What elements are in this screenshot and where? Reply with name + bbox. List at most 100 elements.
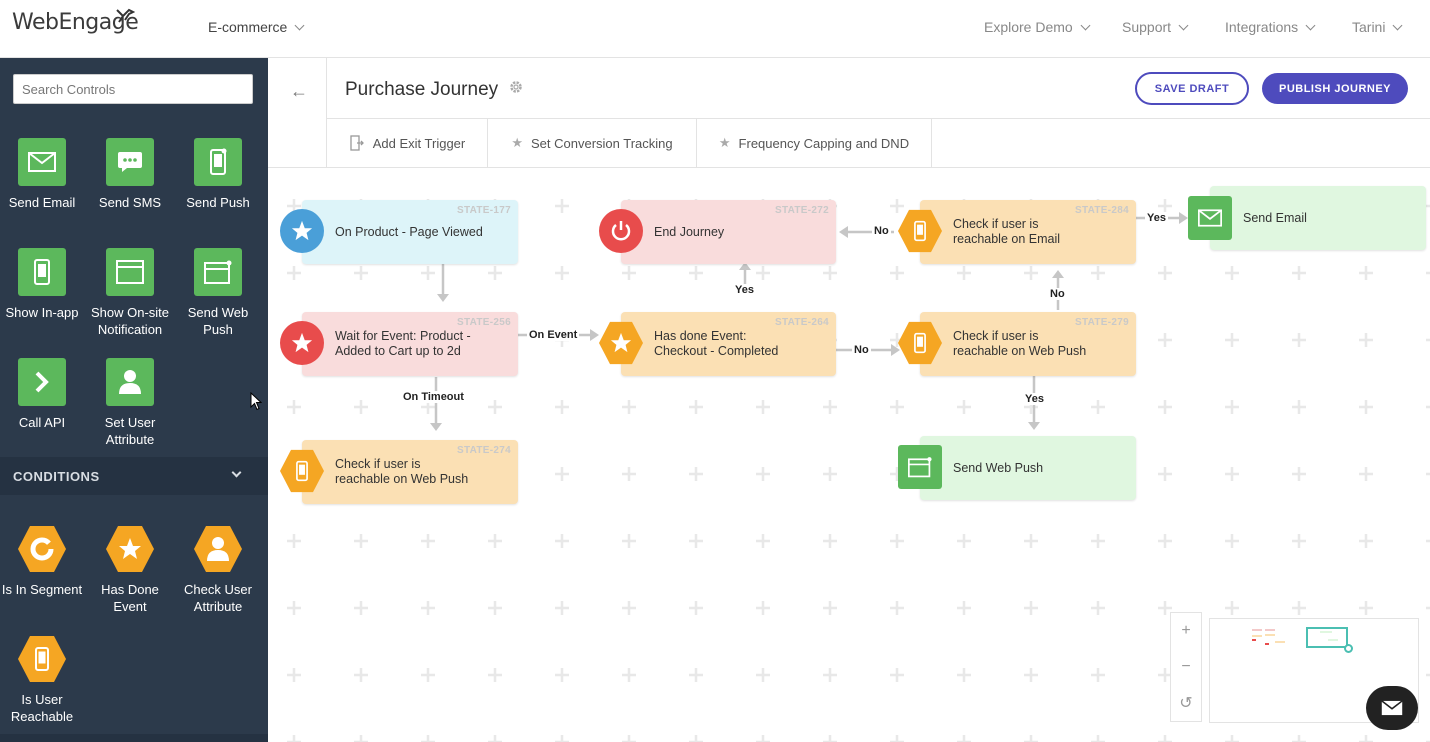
conditions-section-header[interactable]: CONDITIONS — [0, 457, 268, 495]
state-id: STATE-279 — [1074, 317, 1129, 328]
journey-node-send-web-push[interactable]: Send Web Push — [920, 436, 1136, 500]
journey-node-check-reachable-web-push[interactable]: STATE-279 Check if user is reachable on … — [920, 312, 1136, 376]
segment-ring-icon — [18, 525, 66, 573]
chevron-down-icon — [1305, 20, 1316, 31]
edge-label-yes: Yes — [1145, 212, 1168, 224]
sms-bubble-icon — [106, 138, 154, 186]
state-id: STATE-256 — [456, 317, 511, 328]
minimap-viewport[interactable] — [1306, 627, 1348, 648]
phone-icon — [18, 248, 66, 296]
journey-title[interactable]: Purchase Journey — [345, 79, 498, 101]
tool-check-user-attribute[interactable]: Check User Attribute — [174, 525, 262, 615]
journey-node-check-reachable-web-push[interactable]: STATE-274 Check if user is reachable on … — [302, 440, 518, 504]
nav-label: Tarini — [1352, 19, 1386, 35]
envelope-icon — [1381, 700, 1403, 716]
top-bar: WebEngage E-commerce Explore Demo Suppor… — [0, 0, 1430, 58]
tool-show-on-site-notification[interactable]: Show On-site Notification — [86, 248, 174, 338]
star-icon — [280, 209, 324, 253]
tool-call-api[interactable]: Call API — [0, 358, 86, 431]
zoom-out-button[interactable]: − — [1171, 649, 1201, 685]
phone-push-icon — [194, 138, 242, 186]
minimap-resize-handle[interactable] — [1344, 644, 1353, 653]
journey-node-check-reachable-email[interactable]: STATE-284 Check if user is reachable on … — [920, 200, 1136, 264]
frequency-capping-button[interactable]: ★ Frequency Capping and DND — [697, 119, 932, 167]
zoom-controls: + − ↺ — [1170, 612, 1202, 722]
browser-push-icon — [898, 445, 942, 489]
journey-node-end-journey[interactable]: STATE-272 End Journey — [621, 200, 836, 264]
journey-settings-bar: Add Exit Trigger ★ Set Conversion Tracki… — [327, 118, 1430, 168]
publish-journey-button[interactable]: PUBLISH JOURNEY — [1262, 73, 1408, 104]
node-label: Wait for Event: Product - Added to Cart … — [335, 329, 471, 358]
tool-show-in-app[interactable]: Show In-app — [0, 248, 86, 321]
tool-is-in-segment[interactable]: Is In Segment — [0, 525, 86, 598]
tool-set-user-attribute[interactable]: Set User Attribute — [86, 358, 174, 448]
chevron-down-icon — [1178, 20, 1189, 31]
node-label: Check if user is reachable on Web Push — [335, 457, 469, 486]
back-panel: ← — [268, 58, 327, 168]
browser-push-icon — [194, 248, 242, 296]
tool-label: Send Web Push — [187, 305, 249, 337]
zoom-in-button[interactable]: + — [1171, 613, 1201, 649]
power-icon — [599, 209, 643, 253]
tool-label: Send Push — [186, 195, 250, 210]
node-label: Check if user is reachable on Web Push — [953, 329, 1087, 358]
journey-node-send-email[interactable]: Send Email — [1210, 186, 1426, 250]
tool-has-done-event[interactable]: Has Done Event — [86, 525, 174, 615]
chevron-down-icon — [231, 467, 242, 478]
journey-node-trigger[interactable]: STATE-177 On Product - Page Viewed — [302, 200, 518, 264]
mouse-cursor-icon — [250, 392, 262, 411]
envelope-icon — [18, 138, 66, 186]
chat-widget-button[interactable] — [1366, 686, 1418, 730]
chevron-down-icon — [1080, 20, 1091, 31]
node-label: Send Web Push — [953, 460, 1044, 475]
nav-support[interactable]: Support — [1122, 19, 1189, 35]
section-title: CONDITIONS — [13, 469, 100, 484]
gear-icon[interactable] — [509, 80, 523, 94]
tool-label: Is User Reachable — [10, 692, 74, 724]
nav-integrations[interactable]: Integrations — [1225, 19, 1316, 35]
subbar-label: Add Exit Trigger — [372, 135, 466, 151]
node-label: Send Email — [1243, 210, 1307, 225]
nav-label: Explore Demo — [984, 19, 1073, 35]
edge-label-no: No — [852, 344, 871, 356]
star-icon: ★ — [511, 135, 524, 150]
state-id: STATE-177 — [456, 205, 511, 216]
save-draft-button[interactable]: SAVE DRAFT — [1135, 72, 1249, 105]
edge-label-no: No — [872, 225, 891, 237]
chevron-down-icon — [294, 20, 305, 31]
tool-send-web-push[interactable]: Send Web Push — [174, 248, 262, 338]
node-label: Check if user is reachable on Email — [953, 217, 1061, 246]
project-name: E-commerce — [208, 19, 288, 35]
tool-label: Show In-app — [5, 305, 79, 320]
star-icon — [106, 525, 154, 573]
back-arrow-icon[interactable]: ← — [290, 81, 308, 102]
tool-send-sms[interactable]: Send SMS — [86, 138, 174, 211]
add-exit-trigger-button[interactable]: Add Exit Trigger — [327, 119, 488, 167]
reset-zoom-button[interactable]: ↺ — [1171, 685, 1201, 721]
state-id: STATE-272 — [774, 205, 829, 216]
nav-user-menu[interactable]: Tarini — [1352, 19, 1403, 35]
search-controls-input[interactable] — [13, 74, 253, 104]
state-id: STATE-264 — [774, 317, 829, 328]
edge-label-on-timeout: On Timeout — [401, 391, 466, 403]
node-label: End Journey — [654, 224, 725, 239]
browser-window-icon — [106, 248, 154, 296]
tool-label: Call API — [18, 415, 66, 430]
envelope-icon — [1188, 196, 1232, 240]
tool-send-push[interactable]: Send Push — [174, 138, 262, 211]
tool-label: Set User Attribute — [104, 415, 156, 447]
journey-node-has-done-event[interactable]: STATE-264 Has done Event: Checkout - Com… — [621, 312, 836, 376]
project-selector[interactable]: E-commerce — [208, 19, 305, 35]
tool-is-user-reachable[interactable]: Is User Reachable — [0, 635, 86, 725]
tool-send-email[interactable]: Send Email — [0, 138, 86, 211]
chevron-down-icon — [1393, 20, 1403, 31]
journey-node-wait-for-event[interactable]: STATE-256 Wait for Event: Product - Adde… — [302, 312, 518, 376]
tool-label: Check User Attribute — [184, 582, 252, 614]
star-icon: ★ — [718, 135, 731, 150]
nav-explore-demo[interactable]: Explore Demo — [984, 19, 1091, 35]
webengage-logo[interactable]: WebEngage — [12, 8, 139, 35]
state-id: STATE-284 — [1074, 205, 1129, 216]
set-conversion-tracking-button[interactable]: ★ Set Conversion Tracking — [488, 119, 697, 167]
sidebar-footer — [0, 734, 268, 742]
subbar-label: Set Conversion Tracking — [531, 135, 673, 151]
